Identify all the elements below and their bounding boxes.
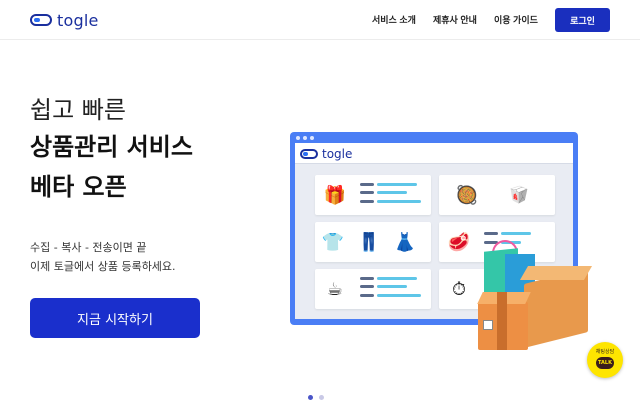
skirt-icon: 👗 <box>393 231 417 252</box>
toggle-logo-icon <box>300 149 318 159</box>
pager-dot[interactable] <box>319 395 324 400</box>
logo-text: togle <box>57 10 99 30</box>
mockup-logo: togle <box>300 147 352 161</box>
product-card: 🥘 🥡 <box>439 175 555 215</box>
parcel-label <box>483 320 493 330</box>
stopwatch-icon: ⏱ <box>451 278 467 299</box>
nav-partners[interactable]: 제휴사 안내 <box>433 13 477 26</box>
nav-service-intro[interactable]: 서비스 소개 <box>372 13 416 26</box>
coffee-icon: ☕ <box>326 278 344 299</box>
logo[interactable]: togle <box>30 10 99 30</box>
overalls-icon: 👖 <box>357 231 381 252</box>
site-header: togle 서비스 소개 제휴사 안내 이용 가이드 로그인 <box>0 0 640 40</box>
chat-label: 채팅상담 <box>595 349 615 355</box>
nav-guide[interactable]: 이용 가이드 <box>494 13 538 26</box>
hero-headline-line1: 쉽고 빠른 <box>30 96 126 124</box>
product-card: ☕ <box>315 269 431 309</box>
window-dots <box>296 136 314 140</box>
groceries-icon: 🥘 <box>455 184 479 205</box>
product-card: 🎁 <box>315 175 431 215</box>
meat-icon: 🥩 <box>447 231 471 252</box>
toggle-logo-icon <box>30 14 52 26</box>
talk-bubble-icon: TALK <box>596 357 614 369</box>
hero-subtitle-line2: 이제 토글에서 상품 등록하세요. <box>30 260 176 273</box>
start-now-button[interactable]: 지금 시작하기 <box>30 298 200 338</box>
login-button[interactable]: 로그인 <box>555 8 610 32</box>
pager-dot-active[interactable] <box>308 395 313 400</box>
gift-icon: 🎁 <box>323 184 347 205</box>
parcel-tape <box>497 292 507 350</box>
clothes-icon: 👕 <box>321 231 345 252</box>
product-card: 👕 👖 👗 <box>315 222 431 262</box>
hero-subtitle-line1: 수집 - 복사 - 전송이면 끝 <box>30 241 147 254</box>
parcel-box-lid <box>519 266 593 280</box>
carousel-pager <box>308 395 324 400</box>
mockup-logo-text: togle <box>322 147 353 161</box>
chat-consult-button[interactable]: 채팅상담 TALK <box>587 342 623 378</box>
tray-icon: 🥡 <box>509 187 529 204</box>
hero-headline-line2: 상품관리 서비스 <box>30 133 193 161</box>
hero-headline-line3: 베타 오픈 <box>30 173 127 201</box>
mockup-topbar: togle <box>295 143 573 164</box>
